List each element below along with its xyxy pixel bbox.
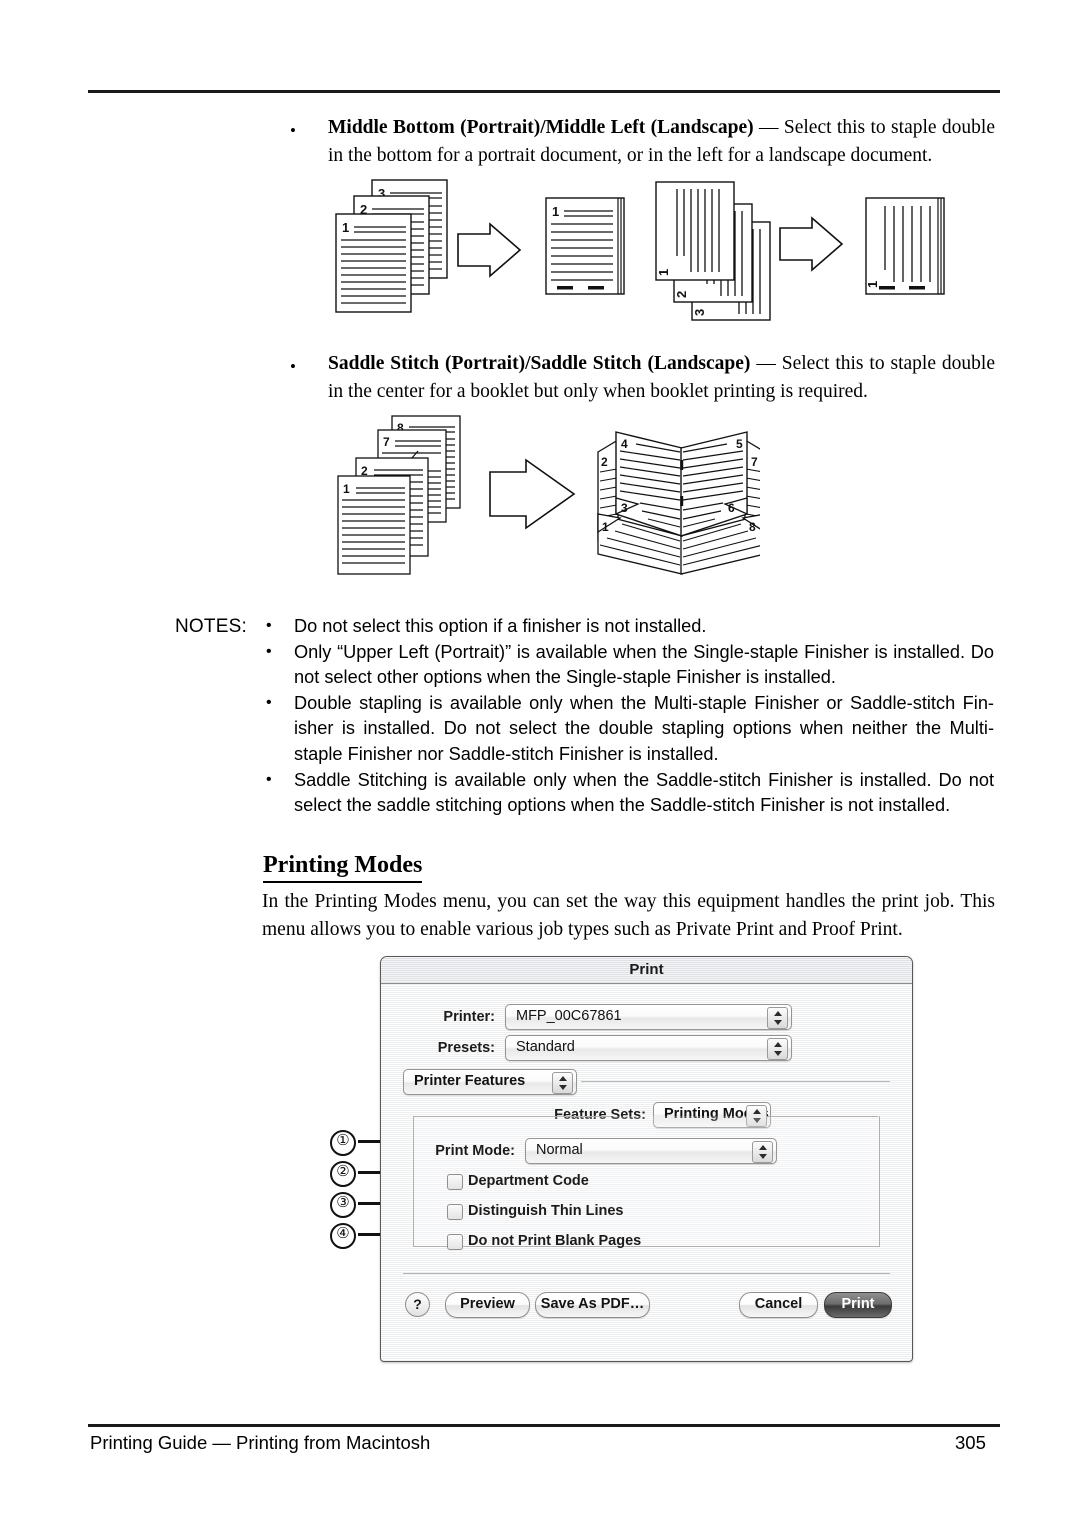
page-title: Printing Modes [263, 852, 423, 883]
bullet-dash: — [753, 117, 784, 138]
do-not-print-blank-pages-label: Do not Print Blank Pages [468, 1233, 642, 1249]
svg-text:7: 7 [383, 435, 390, 449]
pane-divider [581, 1081, 890, 1082]
note-text: Saddle Stitching is available only when … [294, 769, 994, 816]
callout-3: ③ [330, 1192, 356, 1218]
svg-text:3: 3 [692, 309, 707, 316]
notes-list: • Do not select this option if a finishe… [262, 614, 994, 819]
distinguish-thin-lines-checkbox[interactable] [447, 1204, 463, 1220]
svg-text:2: 2 [601, 455, 608, 469]
chevron-updown-icon[interactable] [752, 1141, 773, 1163]
presets-label: Presets: [437, 1040, 495, 1056]
svg-text:5: 5 [736, 437, 743, 451]
page-bottom-rule [88, 1424, 1000, 1427]
bullet-middle-bottom: • Middle Bottom (Portrait)/Middle Left (… [290, 114, 995, 170]
print-mode-value: Normal [536, 1142, 583, 1158]
page-top-rule [88, 90, 1000, 93]
distinguish-thin-lines-row[interactable]: Distinguish Thin Lines [447, 1203, 624, 1220]
svg-text:1: 1 [552, 204, 559, 219]
svg-text:1: 1 [656, 269, 671, 276]
note-item: • Only “Upper Left (Portrait)” is availa… [262, 640, 994, 691]
printer-value: MFP_00C67861 [516, 1008, 622, 1024]
bullet-marker: • [290, 121, 296, 140]
note-item: • Double stapling is available only when… [262, 691, 994, 768]
callout-1: ① [330, 1130, 356, 1156]
figure-staple-portrait: 3 2 1 1 [330, 178, 650, 335]
help-button[interactable]: ? [405, 1292, 430, 1317]
note-marker: • [266, 617, 272, 634]
dialog-separator [403, 1273, 890, 1274]
chevron-updown-icon[interactable] [767, 1007, 788, 1029]
note-marker: • [266, 693, 272, 711]
figure-staple-landscape: 3 2 1 1 [650, 174, 970, 337]
svg-text:8: 8 [749, 520, 756, 534]
do-not-print-blank-pages-checkbox[interactable] [447, 1234, 463, 1250]
dialog-title: Print [629, 961, 664, 978]
svg-text:7: 7 [751, 455, 758, 469]
distinguish-thin-lines-label: Distinguish Thin Lines [468, 1203, 624, 1219]
callout-4: ④ [330, 1223, 356, 1249]
do-not-print-blank-pages-row[interactable]: Do not Print Blank Pages [447, 1233, 642, 1250]
svg-text:1: 1 [865, 281, 880, 288]
feature-panel-border-left [413, 1116, 611, 1117]
svg-text:1: 1 [602, 520, 609, 534]
svg-text:4: 4 [621, 437, 628, 451]
note-item: • Do not select this option if a finishe… [262, 614, 994, 640]
chevron-updown-icon[interactable] [767, 1038, 788, 1060]
feature-panel-border-right [766, 1116, 878, 1117]
figure-saddle-stitch: 8 7 2 1 2 7 1 8 4 3 5 6 [330, 414, 766, 591]
preview-button[interactable]: Preview [445, 1292, 530, 1318]
svg-text:1: 1 [343, 482, 350, 496]
chevron-updown-icon[interactable] [552, 1072, 573, 1094]
presets-value: Standard [516, 1039, 575, 1055]
footer-page-number: 305 [955, 1432, 986, 1453]
note-marker: • [266, 642, 272, 660]
note-marker: • [266, 770, 272, 788]
pane-value: Printer Features [414, 1073, 526, 1089]
notes-label: NOTES: [175, 616, 247, 637]
department-code-row[interactable]: Department Code [447, 1173, 589, 1190]
print-mode-label: Print Mode: [435, 1143, 515, 1159]
cancel-button[interactable]: Cancel [739, 1292, 818, 1318]
presets-popup[interactable]: Standard [505, 1035, 792, 1061]
bullet-dash: — [750, 353, 782, 374]
svg-text:1: 1 [342, 220, 349, 235]
callout-2: ② [330, 1161, 356, 1187]
pane-popup[interactable]: Printer Features [403, 1069, 577, 1095]
note-text: Do not select this option if a finisher … [294, 616, 707, 636]
bullet-title: Saddle Stitch (Portrait)/Saddle Stitch (… [328, 353, 751, 374]
bullet-saddle-stitch: • Saddle Stitch (Portrait)/Saddle Stitch… [290, 350, 995, 406]
svg-text:3: 3 [621, 501, 628, 515]
bullet-marker: • [290, 357, 296, 376]
svg-text:6: 6 [728, 501, 735, 515]
bullet-title: Middle Bottom (Portrait)/Middle Left (La… [328, 117, 754, 138]
note-item: • Saddle Stitching is available only whe… [262, 768, 994, 819]
print-button[interactable]: Print [824, 1292, 892, 1318]
section-paragraph: In the Printing Modes menu, you can set … [262, 891, 995, 940]
department-code-label: Department Code [468, 1173, 589, 1189]
note-text: Double stapling is available only when t… [294, 692, 994, 764]
print-mode-popup[interactable]: Normal [525, 1138, 777, 1164]
footer-title: Printing Guide — Printing from Macintosh [90, 1432, 431, 1453]
svg-text:2: 2 [674, 291, 689, 298]
department-code-checkbox[interactable] [447, 1174, 463, 1190]
save-as-pdf-button[interactable]: Save As PDF… [535, 1292, 650, 1318]
print-dialog: Print Printer: MFP_00C67861 Presets: Sta… [380, 956, 913, 1362]
printer-label: Printer: [443, 1009, 495, 1025]
printer-popup[interactable]: MFP_00C67861 [505, 1004, 792, 1030]
note-text: Only “Upper Left (Portrait)” is availabl… [294, 641, 994, 688]
